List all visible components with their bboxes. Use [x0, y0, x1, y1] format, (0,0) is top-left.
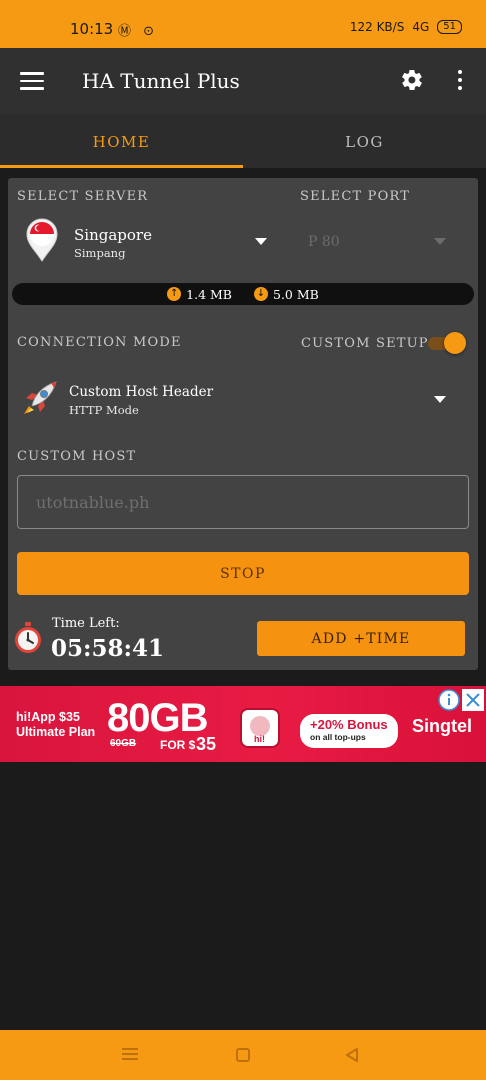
- upload-arrow-icon: ↑: [167, 287, 182, 301]
- status-bar: 10:13 Ⓜ ⊙ 122 KB/S 4G 51: [0, 0, 486, 48]
- app-bar: HA Tunnel Plus: [0, 48, 486, 114]
- download-arrow-icon: ↓: [254, 287, 268, 301]
- port-value[interactable]: P 80: [308, 234, 340, 250]
- ad-old-data: 60GB: [110, 738, 137, 749]
- stopwatch-icon: [15, 622, 41, 653]
- gear-icon[interactable]: [400, 68, 424, 92]
- add-time-button[interactable]: ADD +TIME: [257, 621, 465, 656]
- server-dropdown-chevron-icon[interactable]: [255, 238, 267, 245]
- rocket-icon[interactable]: [20, 378, 60, 418]
- select-port-label: SELECT PORT: [300, 189, 411, 204]
- ad-banner[interactable]: hi!App $35 Ultimate Plan 80GB 60GB FOR $…: [0, 686, 486, 762]
- ad-data-amount: 80GB: [107, 696, 208, 740]
- overflow-menu-icon[interactable]: [457, 70, 463, 92]
- status-notification-icons: Ⓜ ⊙: [118, 24, 159, 39]
- tab-log[interactable]: LOG: [243, 114, 486, 168]
- system-nav-bar: [0, 1030, 486, 1080]
- mode-dropdown-chevron-icon[interactable]: [434, 396, 446, 403]
- custom-setup-label: CUSTOM SETUP: [301, 336, 429, 351]
- ad-bonus-text: +20% Bonus: [310, 717, 388, 732]
- server-name[interactable]: Singapore: [74, 226, 152, 244]
- custom-setup-toggle[interactable]: [428, 332, 466, 354]
- connection-mode-type: HTTP Mode: [69, 403, 139, 417]
- stop-button[interactable]: STOP: [17, 552, 469, 595]
- time-left-label: Time Left:: [52, 616, 120, 631]
- battery-icon: 51: [437, 20, 462, 34]
- download-stat: ↓ 5.0 MB: [254, 287, 319, 302]
- download-value: 5.0 MB: [273, 286, 319, 302]
- ad-bonus-subtext: on all top-ups: [310, 732, 366, 742]
- ad-close-icon[interactable]: [462, 689, 484, 711]
- connection-mode-name[interactable]: Custom Host Header: [69, 384, 213, 400]
- ad-info-icon[interactable]: [438, 689, 460, 711]
- connection-card: SELECT SERVER SELECT PORT Singapore Simp…: [8, 178, 478, 670]
- status-time: 10:13: [70, 20, 114, 38]
- hamburger-menu-icon[interactable]: [20, 72, 44, 90]
- ad-app-logo-icon: hi!: [240, 708, 280, 748]
- signal-icon: 4G: [412, 20, 430, 34]
- ad-app-label: hi!: [254, 734, 265, 744]
- data-usage-bar: ↑ 1.4 MB ↓ 5.0 MB: [12, 283, 474, 305]
- ad-plan-text: hi!App $35 Ultimate Plan: [16, 710, 96, 739]
- singapore-flag-icon[interactable]: [25, 218, 59, 262]
- custom-host-input[interactable]: [17, 475, 469, 529]
- ad-price-prefix: FOR $: [160, 738, 196, 752]
- app-title: HA Tunnel Plus: [82, 69, 240, 93]
- tab-home[interactable]: HOME: [0, 114, 243, 168]
- port-dropdown-chevron-icon[interactable]: [434, 238, 446, 245]
- tab-bar: HOME LOG: [0, 114, 486, 168]
- connection-mode-label: CONNECTION MODE: [17, 335, 182, 350]
- select-server-label: SELECT SERVER: [17, 189, 149, 204]
- time-left-value: 05:58:41: [51, 635, 165, 662]
- server-location: Simpang: [74, 246, 126, 260]
- recent-apps-icon[interactable]: [122, 1048, 138, 1062]
- home-icon[interactable]: [236, 1048, 250, 1062]
- ad-price: 35: [196, 734, 217, 754]
- upload-value: 1.4 MB: [186, 286, 232, 302]
- status-system-icons: 122 KB/S 4G 51: [350, 20, 462, 34]
- custom-host-label: CUSTOM HOST: [17, 449, 137, 464]
- back-icon[interactable]: [345, 1048, 359, 1062]
- ad-bonus-badge: +20% Bonus on all top-ups: [300, 714, 398, 748]
- ad-brand: Singtel: [412, 716, 473, 736]
- upload-stat: ↑ 1.4 MB: [167, 287, 232, 302]
- net-speed-indicator: 122 KB/S: [349, 20, 405, 34]
